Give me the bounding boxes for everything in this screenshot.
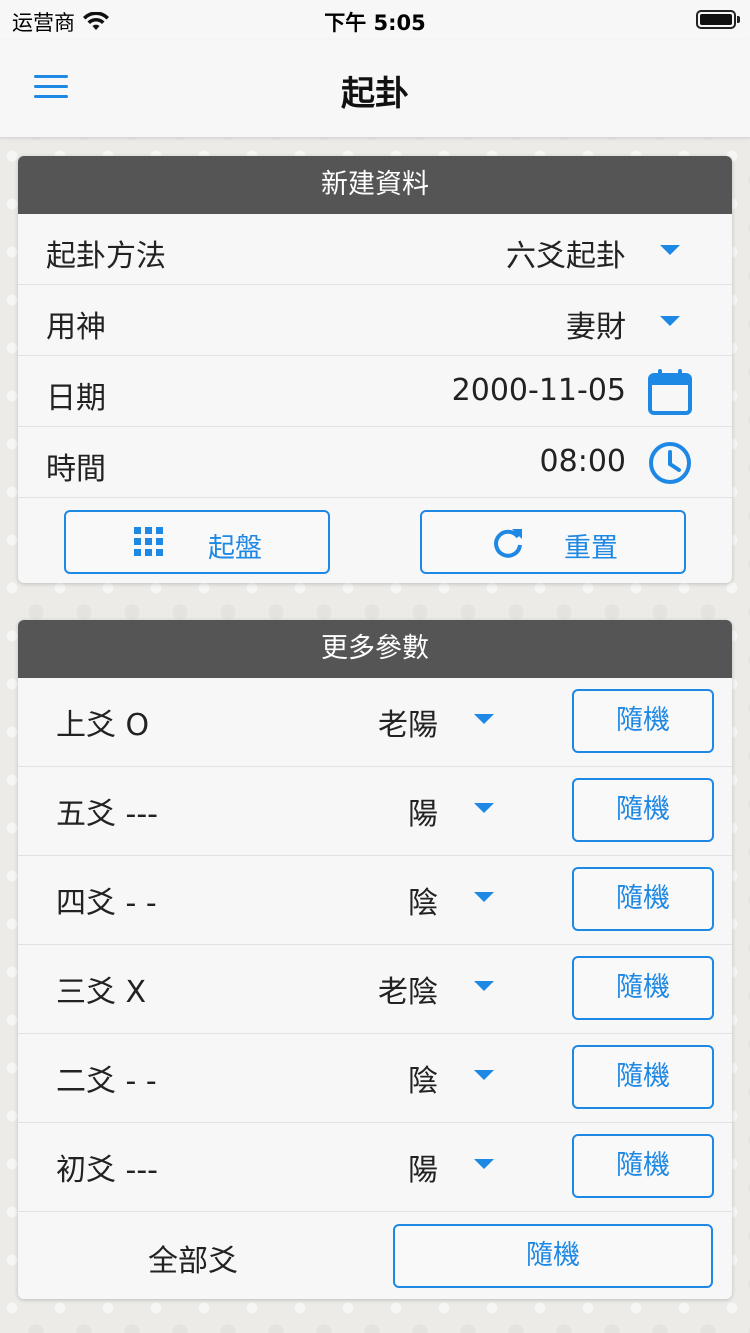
method-value[interactable]: 六爻起卦 [506, 231, 626, 275]
status-bar: 运营商 下午 5:05 [0, 0, 750, 40]
god-row[interactable]: 用神 妻財 [18, 285, 732, 356]
yao-row-second: 二爻 - - 陰 隨機 [18, 1034, 732, 1123]
all-yao-label: 全部爻 [148, 1244, 238, 1279]
chevron-down-icon[interactable] [660, 316, 680, 326]
yao-row-first: 初爻 --- 陽 隨機 [18, 1123, 732, 1212]
time-value[interactable]: 08:00 [540, 444, 626, 479]
yao-label: 四爻 - - [56, 886, 157, 921]
new-record-card: 新建資料 起卦方法 六爻起卦 用神 妻財 日期 2000-11-05 時間 08… [18, 156, 732, 583]
time-label: 時間 [46, 452, 106, 487]
chevron-down-icon[interactable] [474, 803, 494, 813]
random-button[interactable]: 隨機 [572, 778, 714, 842]
all-yao-row: 全部爻 隨機 [18, 1212, 732, 1299]
method-label: 起卦方法 [46, 239, 166, 274]
action-buttons: 起盤 重置 [18, 498, 732, 583]
date-value[interactable]: 2000-11-05 [452, 373, 626, 408]
navigation-bar: 起卦 [0, 40, 750, 138]
chevron-down-icon[interactable] [474, 892, 494, 902]
new-record-header: 新建資料 [18, 156, 732, 214]
yao-value-select[interactable]: 陰 [408, 1056, 438, 1100]
grid-icon [134, 527, 164, 564]
random-button[interactable]: 隨機 [572, 1045, 714, 1109]
yao-row-third: 三爻 X 老陰 隨機 [18, 945, 732, 1034]
yao-value-select[interactable]: 老陰 [378, 967, 438, 1011]
yao-label: 五爻 --- [56, 797, 159, 832]
start-chart-label: 起盤 [208, 533, 262, 564]
random-button[interactable]: 隨機 [572, 867, 714, 931]
yao-label: 初爻 --- [56, 1153, 159, 1188]
more-params-card: 更多參數 上爻 O 老陽 隨機 五爻 --- 陽 隨機 四爻 - - 陰 隨機 … [18, 620, 732, 1299]
random-button[interactable]: 隨機 [572, 689, 714, 753]
reset-label: 重置 [564, 533, 618, 564]
clock-icon[interactable] [648, 441, 692, 489]
yao-row-top: 上爻 O 老陽 隨機 [18, 678, 732, 767]
random-button[interactable]: 隨機 [572, 1134, 714, 1198]
page-title: 起卦 [341, 74, 409, 114]
chevron-down-icon[interactable] [474, 981, 494, 991]
yao-label: 二爻 - - [56, 1064, 157, 1099]
date-label: 日期 [46, 381, 106, 416]
yao-label: 上爻 O [56, 708, 150, 743]
refresh-icon [492, 527, 524, 566]
chevron-down-icon[interactable] [474, 1070, 494, 1080]
chevron-down-icon[interactable] [474, 1159, 494, 1169]
time-row[interactable]: 時間 08:00 [18, 427, 732, 498]
yao-row-fifth: 五爻 --- 陽 隨機 [18, 767, 732, 856]
chevron-down-icon[interactable] [660, 245, 680, 255]
battery-icon [696, 10, 740, 29]
yao-value-select[interactable]: 陰 [408, 878, 438, 922]
random-all-button[interactable]: 隨機 [393, 1224, 713, 1288]
more-params-header: 更多參數 [18, 620, 732, 678]
method-row[interactable]: 起卦方法 六爻起卦 [18, 214, 732, 285]
status-time: 下午 5:05 [324, 11, 426, 35]
god-label: 用神 [46, 310, 106, 345]
yao-value-select[interactable]: 陽 [408, 1145, 438, 1189]
start-chart-button[interactable]: 起盤 [64, 510, 330, 574]
yao-label: 三爻 X [56, 975, 147, 1010]
god-value[interactable]: 妻財 [566, 302, 626, 346]
calendar-icon[interactable] [648, 369, 692, 419]
date-row[interactable]: 日期 2000-11-05 [18, 356, 732, 427]
yao-value-select[interactable]: 陽 [408, 789, 438, 833]
reset-button[interactable]: 重置 [420, 510, 686, 574]
yao-value-select[interactable]: 老陽 [378, 700, 438, 744]
chevron-down-icon[interactable] [474, 714, 494, 724]
yao-row-fourth: 四爻 - - 陰 隨機 [18, 856, 732, 945]
random-button[interactable]: 隨機 [572, 956, 714, 1020]
